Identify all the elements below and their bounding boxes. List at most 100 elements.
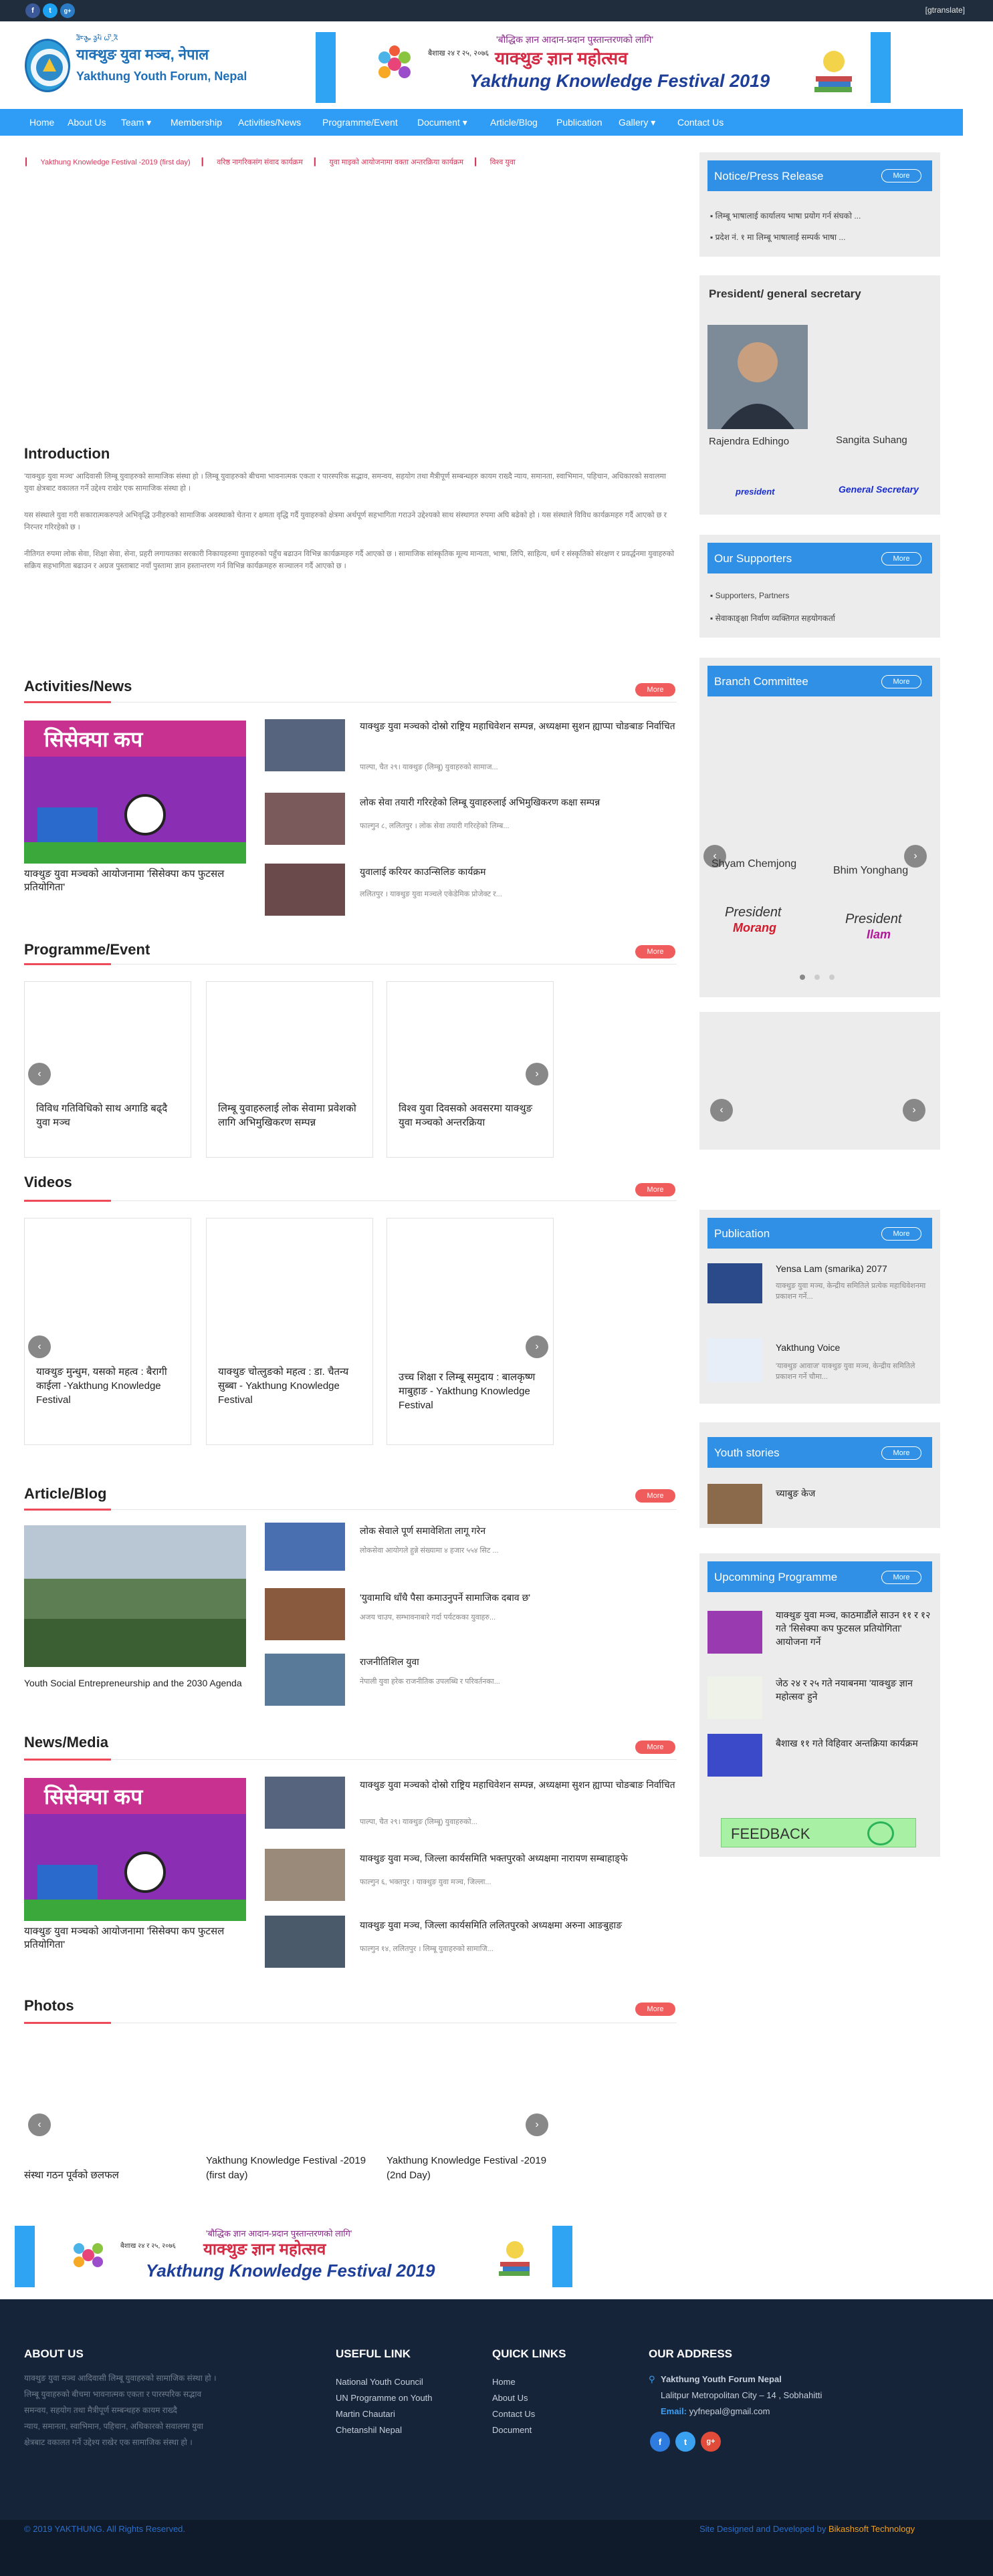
news-thumbnail[interactable]	[265, 864, 345, 916]
news-ticker[interactable]: ▎ Yakthung Knowledge Festival -2019 (firs…	[25, 157, 677, 172]
upcoming-more-button[interactable]: More	[881, 1571, 921, 1584]
article-title[interactable]: 'युवामाथि धाँधै पैसा कमाउनुपर्ने सामाजिक…	[360, 1591, 677, 1604]
programme-card[interactable]	[206, 981, 373, 1158]
supporters-item-label[interactable]: Supporters, Partners	[715, 591, 790, 600]
facebook-icon[interactable]: f	[25, 3, 40, 18]
article-thumbnail[interactable]	[265, 1588, 345, 1640]
article-title[interactable]: राजनीतिशिल युवा	[360, 1655, 677, 1668]
carousel-dot[interactable]	[800, 975, 805, 980]
news-title[interactable]: याक्थुङ युवा मञ्च, जिल्ला कार्यसमिति ललि…	[360, 1918, 677, 1932]
footer-email[interactable]: yyfnepal@gmail.com	[689, 2406, 770, 2416]
notice-item-label[interactable]: लिम्बू भाषालाई कार्यालय भाषा प्रयोग गर्न…	[715, 211, 861, 221]
useful-link[interactable]: UN Programme on Youth	[336, 2393, 433, 2403]
carousel-prev-icon[interactable]: ‹	[28, 1335, 51, 1358]
notice-more-button[interactable]: More	[881, 169, 921, 182]
site-logo[interactable]	[25, 39, 70, 92]
quick-link[interactable]: Document	[492, 2425, 532, 2435]
president-photo[interactable]	[707, 325, 808, 429]
article-thumbnail[interactable]	[265, 1523, 345, 1571]
carousel-prev-icon[interactable]: ‹	[28, 1063, 51, 1085]
news-thumbnail[interactable]	[265, 719, 345, 771]
newsmedia-featured-caption[interactable]: याक्थुङ युवा मञ्चको आयोजनामा 'सिसेक्पा क…	[24, 1925, 246, 1952]
useful-link[interactable]: National Youth Council	[336, 2377, 423, 2387]
footer-twitter-icon[interactable]: t	[675, 2432, 695, 2452]
newsmedia-featured-image[interactable]: सिसेक्पा कप	[24, 1778, 246, 1921]
carousel-prev-icon[interactable]: ‹	[710, 1099, 733, 1122]
publication-item-title[interactable]: Yakthung Voice	[776, 1341, 840, 1354]
programme-card-title[interactable]: लिम्बू युवाहरुलाई लोक सेवामा प्रवेशको ला…	[218, 1102, 361, 1130]
nav-membership[interactable]: Membership	[171, 117, 222, 128]
carousel-prev-icon[interactable]: ‹	[28, 2113, 51, 2136]
twitter-icon[interactable]: t	[43, 3, 58, 18]
notice-item[interactable]: ▪ प्रदेश नं. १ मा लिम्बू भाषालाई सम्पर्क…	[710, 231, 845, 243]
activities-featured-image[interactable]: सिसेक्पा कप	[24, 721, 246, 864]
article-featured-image[interactable]	[24, 1525, 246, 1667]
quick-link[interactable]: Contact Us	[492, 2409, 535, 2419]
activities-more-button[interactable]: More	[635, 683, 675, 696]
programme-card-title[interactable]: विविध गतिविधिको साथ अगाडि बढ्दै युवा मञ्…	[36, 1102, 179, 1130]
google-plus-icon[interactable]: g+	[60, 3, 75, 18]
news-thumbnail[interactable]	[265, 1849, 345, 1901]
ticker-item[interactable]: विश्व युवा	[490, 158, 516, 166]
carousel-dot[interactable]	[829, 975, 835, 980]
upcoming-item-title[interactable]: जेठ २४ र २५ गते नयाबनमा 'याक्थुङ ज्ञान म…	[776, 1676, 933, 1703]
publication-item-title[interactable]: Yensa Lam (smarika) 2077	[776, 1262, 887, 1275]
carousel-next-icon[interactable]: ›	[526, 1063, 548, 1085]
newsmedia-more-button[interactable]: More	[635, 1741, 675, 1754]
story-title[interactable]: च्याबुङ केज	[776, 1487, 815, 1500]
notice-item[interactable]: ▪ लिम्बू भाषालाई कार्यालय भाषा प्रयोग गर…	[710, 210, 861, 221]
gtranslate-widget[interactable]: [gtranslate]	[925, 5, 965, 15]
publication-thumbnail[interactable]	[707, 1338, 762, 1382]
useful-link[interactable]: Chetanshil Nepal	[336, 2425, 402, 2435]
supporters-item[interactable]: ▪ Supporters, Partners	[710, 591, 789, 600]
ticker-item[interactable]: वरिष्ठ नागरिकसंग संवाद कार्यक्रम	[217, 158, 303, 166]
photo-album-title[interactable]: संस्था गठन पूर्वको छलफल	[24, 2168, 191, 2183]
nav-home[interactable]: Home	[29, 117, 54, 128]
programme-more-button[interactable]: More	[635, 945, 675, 958]
photo-album-title[interactable]: Yakthung Knowledge Festival -2019 (first…	[206, 2154, 373, 2183]
carousel-next-icon[interactable]: ›	[526, 1335, 548, 1358]
ticker-item[interactable]: युवा माइको आयोजनामा वक्ता अन्तरक्रिया का…	[329, 158, 463, 166]
carousel-next-icon[interactable]: ›	[904, 845, 927, 868]
article-featured-caption[interactable]: Youth Social Entrepreneurship and the 20…	[24, 1676, 246, 1690]
footer-google-plus-icon[interactable]: g+	[701, 2432, 721, 2452]
publication-thumbnail[interactable]	[707, 1263, 762, 1303]
credit-link[interactable]: Bikashsoft Technology	[829, 2524, 915, 2534]
videos-more-button[interactable]: More	[635, 1183, 675, 1196]
footer-facebook-icon[interactable]: f	[650, 2432, 670, 2452]
news-thumbnail[interactable]	[265, 1916, 345, 1968]
supporters-item-label[interactable]: सेवाकाङ्क्षा निर्वाण व्यक्तिगत सहयोगकर्त…	[715, 614, 835, 623]
video-card-title[interactable]: उच्च शिक्षा र लिम्बू समुदाय : बालकृष्ण म…	[399, 1370, 542, 1412]
nav-about-us[interactable]: About Us	[68, 117, 106, 128]
upcoming-thumbnail[interactable]	[707, 1676, 762, 1719]
activities-featured-caption[interactable]: याक्थुङ युवा मञ्चको आयोजनामा 'सिसेक्पा क…	[24, 868, 246, 894]
photo-album-title[interactable]: Yakthung Knowledge Festival -2019 (2nd D…	[387, 2154, 554, 2183]
nav-gallery[interactable]: Gallery ▾	[619, 117, 655, 128]
feedback-button[interactable]: FEEDBACK	[721, 1818, 916, 1847]
news-title[interactable]: याक्थुङ युवा मञ्चको दोस्रो राष्ट्रिय महा…	[360, 719, 677, 733]
article-more-button[interactable]: More	[635, 1489, 675, 1503]
news-thumbnail[interactable]	[265, 793, 345, 845]
nav-programme-event[interactable]: Programme/Event	[322, 117, 398, 128]
video-card-title[interactable]: याक्थुङ चोत्लुङको महत्व : डा. चैतन्य सुब…	[218, 1365, 361, 1407]
video-card-title[interactable]: याक्थुङ मुन्धुम, यसको महत्व : बैरागी काई…	[36, 1365, 179, 1407]
stories-more-button[interactable]: More	[881, 1446, 921, 1460]
quick-link[interactable]: About Us	[492, 2393, 528, 2403]
news-thumbnail[interactable]	[265, 1777, 345, 1829]
news-title[interactable]: लोक सेवा तयारी गरिरहेको लिम्बू युवाहरुला…	[360, 795, 677, 809]
branch-more-button[interactable]: More	[881, 675, 921, 688]
nav-team[interactable]: Team ▾	[121, 117, 151, 128]
article-title[interactable]: लोक सेवाले पूर्ण समावेशिता लागू गरेन	[360, 1524, 677, 1537]
nav-contact-us[interactable]: Contact Us	[677, 117, 724, 128]
useful-link[interactable]: Martin Chautari	[336, 2409, 395, 2419]
video-card[interactable]	[24, 1218, 191, 1445]
upcoming-item-title[interactable]: याक्थुङ युवा मञ्च, काठमाडौंले साउन ११ र …	[776, 1608, 933, 1648]
nav-activities-news[interactable]: Activities/News	[238, 117, 301, 128]
upcoming-thumbnail[interactable]	[707, 1611, 762, 1654]
nav-document[interactable]: Document ▾	[417, 117, 467, 128]
nav-publication[interactable]: Publication	[556, 117, 602, 128]
notice-item-label[interactable]: प्रदेश नं. १ मा लिम्बू भाषालाई सम्पर्क भ…	[715, 233, 846, 242]
carousel-next-icon[interactable]: ›	[526, 2113, 548, 2136]
carousel-next-icon[interactable]: ›	[903, 1099, 925, 1122]
nav-article-blog[interactable]: Article/Blog	[490, 117, 538, 128]
